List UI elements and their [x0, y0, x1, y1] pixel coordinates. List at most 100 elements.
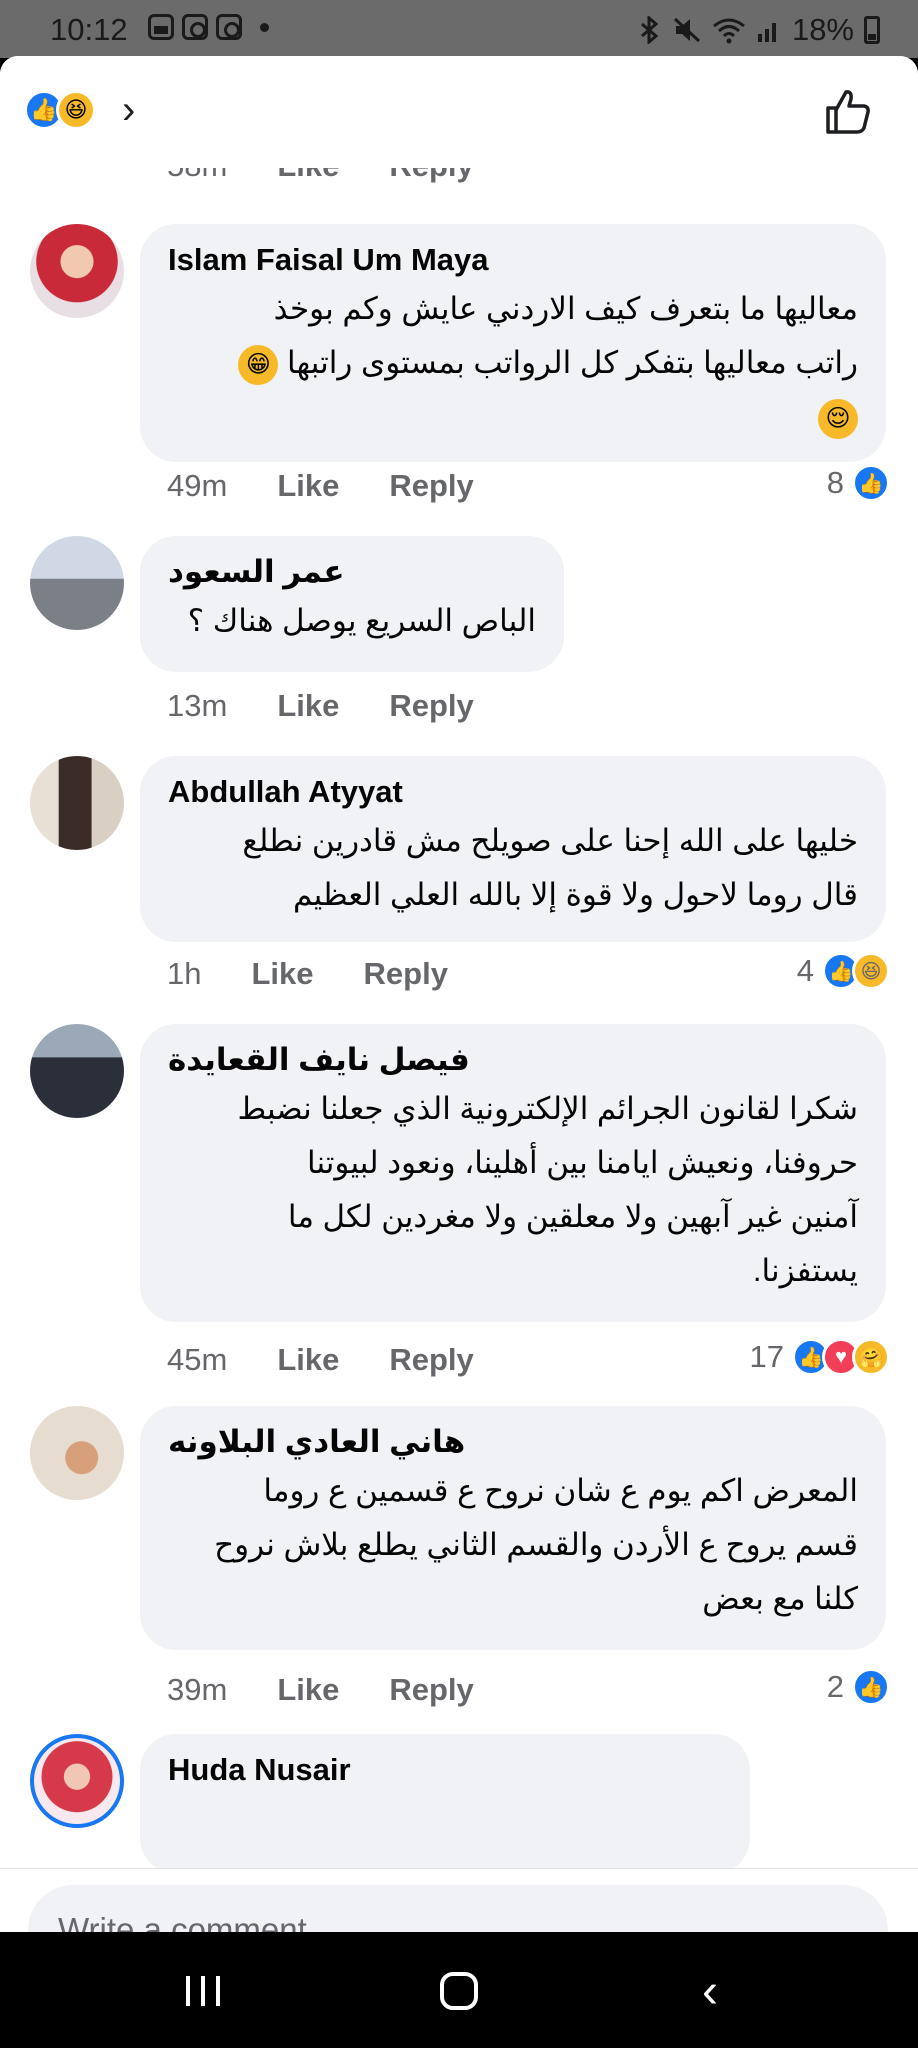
comment-text: شكرا لقانون الجرائم الإلكترونية الذي جعل…	[168, 1082, 858, 1298]
comment-bubble[interactable]: Islam Faisal Um Maya معاليها ما بتعرف كي…	[140, 224, 886, 462]
comment-text: خليها على الله إحنا على صويلح مش قادرين …	[168, 814, 858, 922]
gallery-icon	[148, 14, 174, 40]
reaction-number: 17	[749, 1339, 784, 1374]
comment-line: راتب معاليها بتفكر كل الرواتب بمستوى رات…	[168, 336, 858, 390]
like-button[interactable]: Like	[251, 956, 313, 992]
recents-icon-bar	[186, 1976, 190, 2006]
avatar[interactable]	[30, 536, 124, 630]
avatar[interactable]	[30, 1406, 124, 1500]
chevron-right-icon[interactable]: ›	[122, 90, 162, 130]
battery-icon	[864, 16, 880, 44]
reaction-count[interactable]: 17 👍 ♥ 🤗	[750, 1338, 890, 1376]
comment-line: المعرض اكم يوم ع شان نروح ع قسمين ع روما	[263, 1473, 858, 1508]
reaction-number: 8	[826, 465, 844, 500]
comment-time: 1h	[167, 956, 202, 991]
reaction-count[interactable]: 4 👍 😆	[797, 952, 890, 990]
reaction-number: 2	[826, 1669, 844, 1704]
comment-line: شكرا لقانون الجرائم الإلكترونية الذي جعل…	[237, 1091, 858, 1126]
avatar[interactable]	[30, 1024, 124, 1118]
comment-actions: 1h Like Reply	[167, 956, 448, 992]
reaction-summary[interactable]: 👍 😆	[24, 90, 96, 130]
system-icons: 18%	[638, 12, 880, 48]
comment-line: آمنين غير آبهين ولا معلقين ولا مغردين لك…	[287, 1199, 858, 1234]
status-bar: 10:12 18%	[0, 0, 918, 58]
reply-button[interactable]: Reply	[389, 1342, 473, 1378]
reactions-header: 👍 😆 ›	[0, 56, 918, 168]
bluetooth-icon	[640, 16, 659, 44]
comment-actions: 45m Like Reply	[167, 1342, 474, 1378]
like-button[interactable]: Like	[277, 1672, 339, 1708]
reaction-count[interactable]: 2 👍	[827, 1668, 890, 1706]
reply-button[interactable]: Reply	[364, 956, 448, 992]
reply-button[interactable]: Reply	[389, 1672, 473, 1708]
care-reaction-icon: 🤗	[852, 1338, 890, 1376]
comment-line: حروفنا، ونعيش ايامنا بين أهلينا، ونعود ل…	[307, 1145, 858, 1180]
comment-author[interactable]: Huda Nusair	[168, 1748, 722, 1792]
comment-bubble[interactable]: فيصل نايف القعايدة شكرا لقانون الجرائم ا…	[140, 1024, 886, 1322]
comment-line: قال روما لاحول ولا قوة إلا بالله العلي ا…	[292, 877, 858, 912]
back-button[interactable]: ‹	[702, 1968, 718, 2016]
comment-bubble[interactable]: Huda Nusair	[140, 1734, 750, 1868]
like-button[interactable]: Like	[277, 688, 339, 724]
recents-icon-bar	[201, 1976, 205, 2006]
comment-time: 39m	[167, 1672, 228, 1707]
wifi-icon	[713, 18, 745, 44]
reply-button[interactable]: Reply	[389, 168, 473, 184]
comment-actions: 39m Like Reply	[167, 1672, 474, 1708]
comment-line: الباص السريع يوصل هناك ؟	[187, 603, 536, 638]
comment-line: 😌	[168, 390, 858, 444]
grinning-emoji-icon: 😁	[238, 344, 279, 385]
recents-button[interactable]	[186, 1976, 220, 2006]
comment-text: المعرض اكم يوم ع شان نروح ع قسمين ع روما…	[168, 1464, 858, 1626]
comment-bubble[interactable]: Abdullah Atyyat خليها على الله إحنا على …	[140, 756, 886, 942]
haha-reaction-icon: 😆	[852, 952, 890, 990]
avatar[interactable]	[30, 1734, 124, 1828]
comment-line: كلنا مع بعض	[702, 1581, 858, 1616]
instagram-icon	[216, 14, 242, 40]
notification-icons	[148, 14, 269, 40]
thumbs-up-outline-icon[interactable]	[822, 86, 874, 138]
comment-author[interactable]: Abdullah Atyyat	[168, 770, 858, 814]
comment-line: خليها على الله إحنا على صويلح مش قادرين …	[242, 823, 858, 858]
haha-reaction-icon: 😆	[56, 90, 96, 130]
reaction-count[interactable]: 8 👍	[827, 464, 890, 502]
like-button[interactable]: Like	[277, 1342, 339, 1378]
composer-bar: Write a comment…	[0, 1868, 918, 1932]
like-button[interactable]: Like	[277, 468, 339, 504]
comment-line: معاليها ما بتعرف كيف الاردني عايش وكم بو…	[273, 291, 858, 326]
comment-author[interactable]: عمر السعود	[168, 550, 536, 594]
avatar[interactable]	[30, 756, 124, 850]
comment-bubble[interactable]: هاني العادي البلاونه المعرض اكم يوم ع شا…	[140, 1406, 886, 1650]
status-time: 10:12	[50, 12, 128, 47]
instagram-icon	[182, 14, 208, 40]
comment-author[interactable]: فيصل نايف القعايدة	[168, 1038, 858, 1082]
comment-text: معاليها ما بتعرف كيف الاردني عايش وكم بو…	[168, 282, 858, 444]
like-reaction-icon: 👍	[852, 1668, 890, 1706]
comment-line: قسم يروح ع الأردن والقسم الثاني يطلع بلا…	[214, 1527, 858, 1562]
reaction-number: 4	[796, 953, 814, 988]
like-button[interactable]: Like	[277, 168, 339, 184]
comment-bubble[interactable]: عمر السعود الباص السريع يوصل هناك ؟	[140, 536, 564, 672]
comment-input[interactable]: Write a comment…	[28, 1885, 888, 1932]
mute-icon	[673, 17, 700, 43]
more-notifications-icon	[260, 22, 269, 32]
battery-percent: 18%	[791, 12, 854, 47]
comment-time: 58m	[167, 168, 227, 184]
avatar[interactable]	[30, 224, 124, 318]
comments-sheet: 👍 😆 › 58m Like Reply Islam Faisal Um May…	[0, 56, 918, 1932]
comment-author[interactable]: هاني العادي البلاونه	[168, 1420, 858, 1464]
comment-time: 49m	[167, 468, 228, 503]
comment-time: 13m	[167, 688, 228, 723]
relieved-emoji-icon: 😌	[818, 398, 858, 439]
comment-actions: 49m Like Reply	[167, 468, 474, 504]
comments-list: 58m Like Reply Islam Faisal Um Maya معال…	[0, 168, 918, 1868]
comment-author[interactable]: Islam Faisal Um Maya	[168, 238, 858, 282]
reply-button[interactable]: Reply	[389, 688, 473, 724]
reply-button[interactable]: Reply	[389, 468, 473, 504]
home-button[interactable]	[440, 1972, 478, 2010]
comment-line: يستفزنا.	[752, 1253, 858, 1288]
signal-icon	[757, 23, 776, 42]
comment-line-text: راتب معاليها بتفكر كل الرواتب بمستوى رات…	[287, 345, 858, 380]
comment-text: الباص السريع يوصل هناك ؟	[168, 594, 536, 648]
like-reaction-icon: 👍	[852, 464, 890, 502]
